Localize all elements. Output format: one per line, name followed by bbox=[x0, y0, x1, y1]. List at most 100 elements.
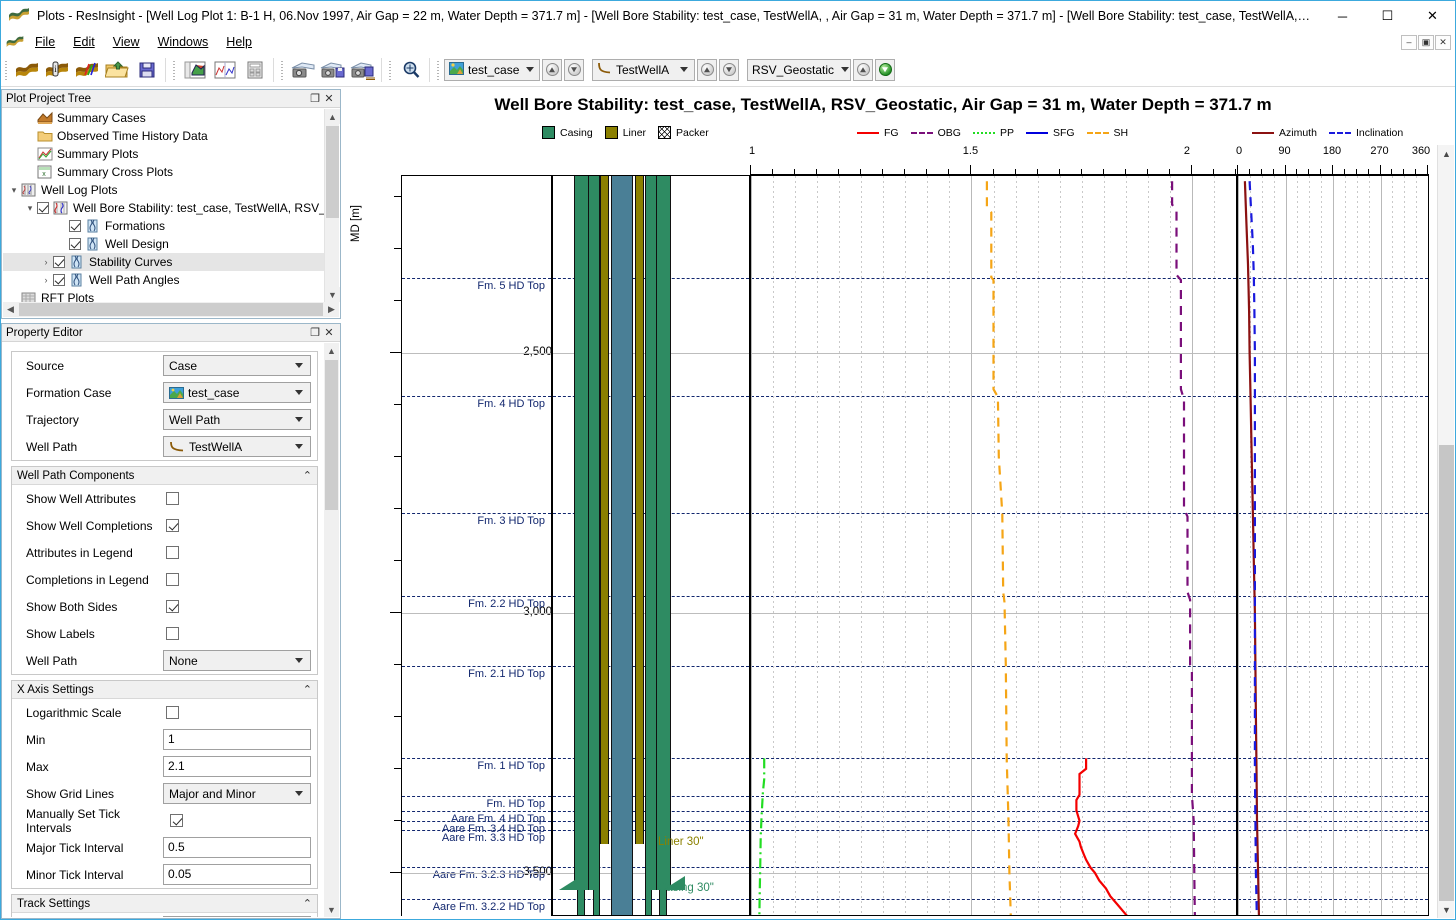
menu-windows[interactable]: Windows bbox=[149, 33, 218, 51]
property-input-max[interactable]: 2.1 bbox=[163, 756, 311, 777]
import-eclipse-case-button[interactable] bbox=[12, 56, 42, 84]
wellpath-next-button[interactable] bbox=[719, 58, 739, 81]
formations-track[interactable]: MD [m] 2,500 3,000 3,500 Fm. 5 HD Top Fm. 4… bbox=[342, 145, 552, 918]
prop-scroll-down-icon[interactable]: ▼ bbox=[324, 902, 339, 917]
tree-item-observed-time-history-data[interactable]: Observed Time History Data bbox=[3, 127, 339, 145]
property-group-header[interactable]: Track Settings ⌃ bbox=[12, 895, 317, 913]
stability-curves-track[interactable]: 1 1.5 2 bbox=[749, 145, 1237, 918]
tree-item-checkbox[interactable] bbox=[53, 274, 65, 286]
property-combo-formation-case[interactable]: test_case bbox=[163, 382, 311, 403]
chevron-up-icon[interactable]: ⌃ bbox=[303, 897, 312, 910]
tree-item-well-path-angles[interactable]: › Well Path Angles bbox=[3, 271, 339, 289]
chevron-right-icon[interactable]: › bbox=[39, 257, 53, 267]
property-input-minor-tick-interval[interactable]: 0.05 bbox=[163, 864, 311, 885]
property-input-major-tick-interval[interactable]: 0.5 bbox=[163, 837, 311, 858]
new-3d-view-button[interactable] bbox=[180, 56, 210, 84]
tree-horizontal-scrollbar[interactable]: ◀ ▶ bbox=[3, 302, 339, 317]
toolbar-grip-3[interactable] bbox=[280, 58, 285, 81]
tree-item-checkbox[interactable] bbox=[69, 220, 81, 232]
property-checkbox-logarithmic-scale[interactable] bbox=[166, 706, 179, 719]
case-selector-combo[interactable]: test_case bbox=[444, 58, 540, 81]
float-icon[interactable]: ❐ bbox=[308, 326, 322, 339]
zoom-all-button[interactable] bbox=[396, 56, 426, 84]
plot-scroll-thumb[interactable] bbox=[1439, 445, 1454, 918]
tree-item-formations[interactable]: Formations bbox=[3, 217, 339, 235]
tree-hscroll-left-icon[interactable]: ◀ bbox=[3, 302, 18, 317]
property-combo-well-path[interactable]: None bbox=[163, 650, 311, 671]
plot-scroll-down-icon[interactable]: ▼ bbox=[1438, 901, 1454, 918]
menu-help[interactable]: Help bbox=[217, 33, 261, 51]
tree-item-well-design[interactable]: Well Design bbox=[3, 235, 339, 253]
toolbar-grip-2[interactable] bbox=[172, 58, 177, 81]
plot-scroll-up-icon[interactable]: ▲ bbox=[1438, 145, 1454, 162]
menu-edit[interactable]: Edit bbox=[64, 33, 104, 51]
new-plot-window-button[interactable] bbox=[210, 56, 240, 84]
property-input-min[interactable]: 1 bbox=[163, 729, 311, 750]
property-combo-trajectory[interactable]: Well Path bbox=[163, 409, 311, 430]
property-checkbox-show-both-sides[interactable] bbox=[166, 600, 179, 613]
tree-item-checkbox[interactable] bbox=[53, 256, 65, 268]
tree-item-checkbox[interactable] bbox=[37, 202, 49, 214]
maximize-button[interactable]: ☐ bbox=[1365, 1, 1410, 31]
snapshot-all-to-file-button[interactable] bbox=[348, 56, 378, 84]
property-checkbox-attributes-in-legend[interactable] bbox=[166, 546, 179, 559]
close-icon[interactable]: ✕ bbox=[322, 92, 336, 105]
tree-item-summary-cross-plots[interactable]: x Summary Cross Plots bbox=[3, 163, 339, 181]
chevron-up-icon[interactable]: ⌃ bbox=[303, 469, 312, 482]
tree-item-summary-plots[interactable]: Summary Plots bbox=[3, 145, 339, 163]
tree-hscroll-thumb[interactable] bbox=[19, 303, 323, 316]
tree-hscroll-right-icon[interactable]: ▶ bbox=[324, 302, 339, 317]
well-design-track[interactable]: Liner 30"Casing 30"PackerCasing 18 5/8" bbox=[552, 145, 750, 918]
property-checkbox-show-well-completions[interactable] bbox=[166, 519, 179, 532]
tree-scroll-thumb[interactable] bbox=[326, 126, 339, 218]
property-checkbox-manually-set-tick-intervals[interactable] bbox=[170, 814, 183, 827]
property-checkbox-show-labels[interactable] bbox=[166, 627, 179, 640]
property-combo-show-grid-lines[interactable]: Major and Minor bbox=[163, 783, 311, 804]
geostatic-next-button[interactable] bbox=[875, 58, 895, 81]
chevron-down-icon[interactable]: ▾ bbox=[7, 185, 21, 196]
property-vertical-scrollbar[interactable]: ▲ ▼ bbox=[324, 343, 339, 917]
tree-scroll-down-icon[interactable]: ▼ bbox=[325, 287, 340, 302]
prop-scroll-thumb[interactable] bbox=[325, 360, 338, 510]
plot-vertical-scrollbar[interactable]: ▲ ▼ bbox=[1437, 145, 1454, 918]
mdi-close-button[interactable]: ✕ bbox=[1435, 34, 1451, 50]
plot-project-tree-list[interactable]: Summary Cases Observed Time History Data S… bbox=[3, 109, 339, 302]
wellpath-selector-combo[interactable]: TestWellA bbox=[592, 58, 695, 81]
menu-file[interactable]: File bbox=[26, 33, 64, 51]
property-combo-source[interactable]: Case bbox=[163, 355, 311, 376]
tree-scroll-up-icon[interactable]: ▲ bbox=[325, 109, 340, 124]
chevron-right-icon[interactable]: › bbox=[39, 275, 53, 285]
toolbar-grip-5[interactable] bbox=[436, 58, 441, 81]
minimize-button[interactable]: ─ bbox=[1320, 1, 1365, 31]
geostatic-selector-combo[interactable]: RSV_Geostatic bbox=[747, 58, 851, 81]
close-icon[interactable]: ✕ bbox=[322, 326, 336, 339]
float-icon[interactable]: ❐ bbox=[308, 92, 322, 105]
chevron-down-icon[interactable]: ▾ bbox=[23, 203, 37, 214]
property-group-header[interactable]: X Axis Settings ⌃ bbox=[12, 681, 317, 699]
tree-item-well-log-plots[interactable]: ▾ Well Log Plots bbox=[3, 181, 339, 199]
mdi-restore-button[interactable]: ▣ bbox=[1418, 34, 1434, 50]
snapshot-to-clipboard-button[interactable] bbox=[288, 56, 318, 84]
toolbar-grip[interactable] bbox=[4, 58, 9, 81]
close-button[interactable]: ✕ bbox=[1410, 1, 1455, 31]
property-combo-well-path[interactable]: TestWellA bbox=[163, 436, 311, 457]
case-prev-button[interactable] bbox=[542, 58, 562, 81]
import-input-case-button[interactable]: i bbox=[42, 56, 72, 84]
import-summary-case-button[interactable] bbox=[72, 56, 102, 84]
tree-item-rft-plots[interactable]: RFT Plots bbox=[3, 289, 339, 302]
mdi-minimize-button[interactable]: – bbox=[1401, 34, 1417, 50]
menu-view[interactable]: View bbox=[104, 33, 149, 51]
calculator-button[interactable] bbox=[240, 56, 270, 84]
prop-scroll-up-icon[interactable]: ▲ bbox=[324, 343, 339, 358]
tree-item-checkbox[interactable] bbox=[69, 238, 81, 250]
toolbar-grip-4[interactable] bbox=[388, 58, 393, 81]
wellpath-prev-button[interactable] bbox=[697, 58, 717, 81]
well-path-angles-track[interactable]: 0 90 180 270 360 bbox=[1236, 145, 1430, 918]
property-combo-track-width[interactable]: Extra wide bbox=[163, 916, 311, 917]
property-checkbox-completions-in-legend[interactable] bbox=[166, 573, 179, 586]
property-group-header[interactable]: Well Path Components ⌃ bbox=[12, 467, 317, 485]
snapshot-to-file-button[interactable] bbox=[318, 56, 348, 84]
chevron-up-icon[interactable]: ⌃ bbox=[303, 683, 312, 696]
tree-item-summary-cases[interactable]: Summary Cases bbox=[3, 109, 339, 127]
open-project-button[interactable] bbox=[102, 56, 132, 84]
